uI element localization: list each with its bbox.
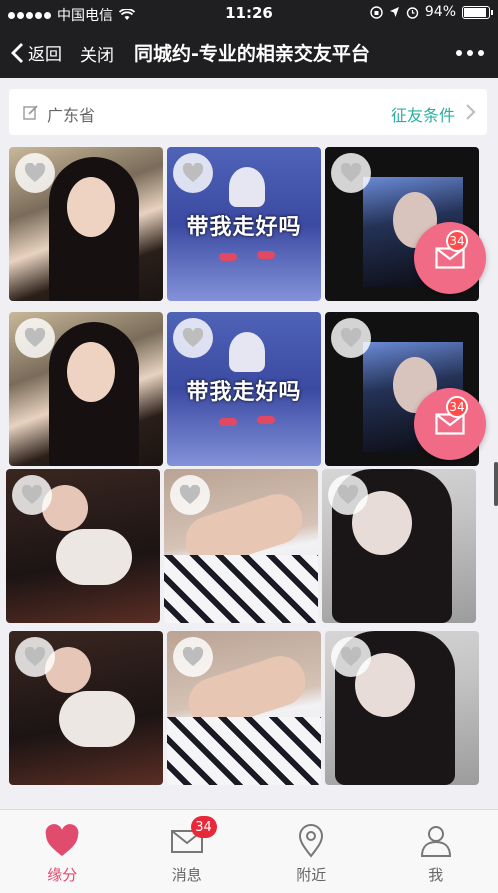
like-heart-icon[interactable] xyxy=(173,318,213,358)
chevron-right-icon xyxy=(466,104,476,120)
tab-fate[interactable]: 缘分 xyxy=(0,810,125,893)
profile-card[interactable] xyxy=(164,469,318,623)
battery-icon xyxy=(462,5,493,19)
back-label: 返回 xyxy=(28,45,62,65)
status-right: 94% xyxy=(370,4,493,20)
profile-card[interactable]: 带我走好吗 xyxy=(167,147,321,301)
heart-icon xyxy=(45,824,79,856)
rotation-lock-icon xyxy=(370,5,383,19)
tab-label: 附近 xyxy=(296,866,327,884)
page-title: 同城约-专业的相亲交友平台 xyxy=(134,43,370,65)
like-heart-icon[interactable] xyxy=(173,153,213,193)
profile-card[interactable] xyxy=(9,147,163,301)
province-selector[interactable]: 广东省 xyxy=(47,102,95,126)
profile-card[interactable] xyxy=(322,469,476,623)
like-heart-icon[interactable] xyxy=(331,318,371,358)
profile-card[interactable] xyxy=(9,631,163,785)
profile-card[interactable] xyxy=(167,631,321,785)
filter-bar: 广东省 征友条件 xyxy=(9,89,487,135)
back-button[interactable]: 返回 xyxy=(10,40,62,65)
photo-caption: 带我走好吗 xyxy=(186,379,302,405)
like-heart-icon[interactable] xyxy=(15,637,55,677)
like-heart-icon[interactable] xyxy=(15,318,55,358)
like-heart-icon[interactable] xyxy=(15,153,55,193)
tab-nearby[interactable]: 附近 xyxy=(249,810,374,893)
status-bar: 中国电信 11:26 94% xyxy=(0,0,498,26)
profile-card[interactable] xyxy=(9,312,163,466)
photo-caption: 带我走好吗 xyxy=(186,214,302,240)
messages-badge: 34 xyxy=(190,816,217,838)
edit-icon[interactable] xyxy=(23,104,39,120)
like-heart-icon[interactable] xyxy=(331,153,371,193)
like-heart-icon[interactable] xyxy=(328,475,368,515)
chevron-left-icon xyxy=(11,42,23,63)
floating-mail-button[interactable]: 34 xyxy=(414,222,486,294)
profile-card[interactable] xyxy=(6,469,160,623)
profile-card[interactable] xyxy=(325,631,479,785)
floating-mail-button[interactable]: 34 xyxy=(414,388,486,460)
user-icon xyxy=(420,826,451,857)
battery-percent: 94% xyxy=(424,4,456,20)
like-heart-icon[interactable] xyxy=(173,637,213,677)
nav-bar: 返回 关闭 同城约-专业的相亲交友平台 xyxy=(0,26,498,78)
tab-bar: 缘分 消息 34 附近 我 xyxy=(0,809,498,893)
tab-label: 缘分 xyxy=(47,866,78,884)
like-heart-icon[interactable] xyxy=(331,637,371,677)
scrollbar[interactable] xyxy=(494,462,498,506)
profile-card[interactable]: 带我走好吗 xyxy=(167,312,321,466)
location-arrow-icon xyxy=(389,7,399,17)
more-menu-button[interactable] xyxy=(456,50,484,56)
like-heart-icon[interactable] xyxy=(170,475,210,515)
mail-badge: 34 xyxy=(446,230,468,252)
tab-messages[interactable]: 消息 34 xyxy=(125,810,250,893)
location-pin-icon xyxy=(299,824,324,858)
tab-label: 消息 xyxy=(171,866,202,884)
tab-label: 我 xyxy=(428,866,444,884)
close-button[interactable]: 关闭 xyxy=(80,41,114,66)
filter-conditions-link[interactable]: 征友条件 xyxy=(391,102,455,126)
tab-me[interactable]: 我 xyxy=(374,810,498,893)
alarm-icon xyxy=(406,6,419,19)
mail-badge: 34 xyxy=(446,396,468,418)
like-heart-icon[interactable] xyxy=(12,475,52,515)
